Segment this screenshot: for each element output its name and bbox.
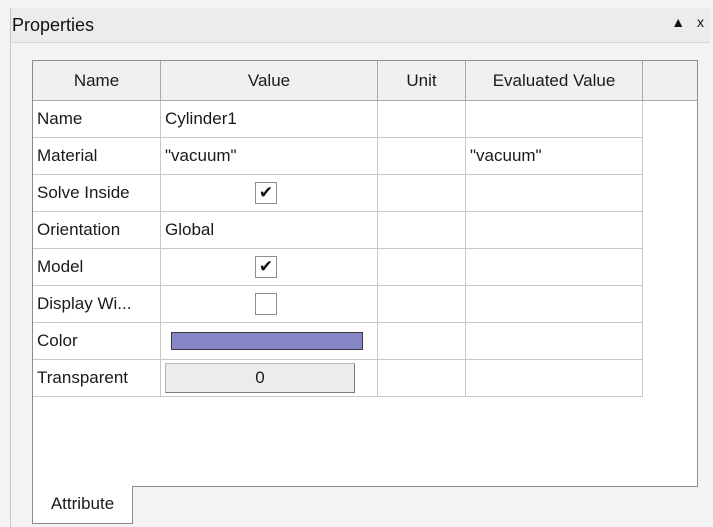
property-unit-cell [378,286,466,323]
property-name-cell: Name [33,101,161,138]
property-value-cell[interactable]: Cylinder1 [161,101,378,138]
property-evaluated-cell: "vacuum" [466,138,643,175]
checkbox[interactable]: ✔ [255,182,277,204]
column-header-name[interactable]: Name [33,61,161,101]
property-name-cell: Material [33,138,161,175]
property-name-cell: Transparent [33,360,161,397]
panel-title: Properties [12,15,95,35]
column-header-filler [643,61,697,101]
property-name-cell: Solve Inside [33,175,161,212]
property-value-cell[interactable]: ✔ [161,249,378,286]
property-name-cell: Orientation [33,212,161,249]
property-evaluated-cell [466,286,643,323]
property-unit-cell [378,101,466,138]
checkbox[interactable] [255,293,277,315]
properties-panel: Properties ▲ x Name Value Unit Evaluated… [0,0,713,527]
property-evaluated-cell [466,101,643,138]
pin-icon[interactable]: ▲ [671,14,689,30]
column-header-value[interactable]: Value [161,61,378,101]
property-evaluated-cell [466,175,643,212]
property-unit-cell [378,138,466,175]
column-header-evaluated-value[interactable]: Evaluated Value [466,61,643,101]
transparency-value-button[interactable]: 0 [165,363,355,393]
property-value-cell[interactable]: ✔ [161,175,378,212]
color-swatch[interactable] [171,332,363,350]
property-evaluated-cell [466,212,643,249]
property-unit-cell [378,323,466,360]
property-value-cell[interactable]: Global [161,212,378,249]
checkbox[interactable]: ✔ [255,256,277,278]
property-value-cell[interactable]: "vacuum" [161,138,378,175]
close-icon[interactable]: x [697,14,708,30]
property-name-cell: Color [33,323,161,360]
property-name-cell: Model [33,249,161,286]
panel-left-border [10,8,11,527]
property-unit-cell [378,212,466,249]
tab-attribute[interactable]: Attribute [32,486,133,524]
property-value-cell[interactable]: 0 [161,360,378,397]
panel-titlebar: Properties ▲ x [10,8,710,43]
property-name-cell: Display Wi... [33,286,161,323]
property-evaluated-cell [466,249,643,286]
property-unit-cell [378,249,466,286]
column-header-unit[interactable]: Unit [378,61,466,101]
panel-title-buttons: ▲ x [671,14,708,30]
property-evaluated-cell [466,360,643,397]
property-evaluated-cell [466,323,643,360]
property-unit-cell [378,360,466,397]
property-value-cell[interactable] [161,323,378,360]
property-grid: Name Value Unit Evaluated Value Name Cyli… [32,60,698,487]
property-value-cell[interactable] [161,286,378,323]
property-unit-cell [378,175,466,212]
